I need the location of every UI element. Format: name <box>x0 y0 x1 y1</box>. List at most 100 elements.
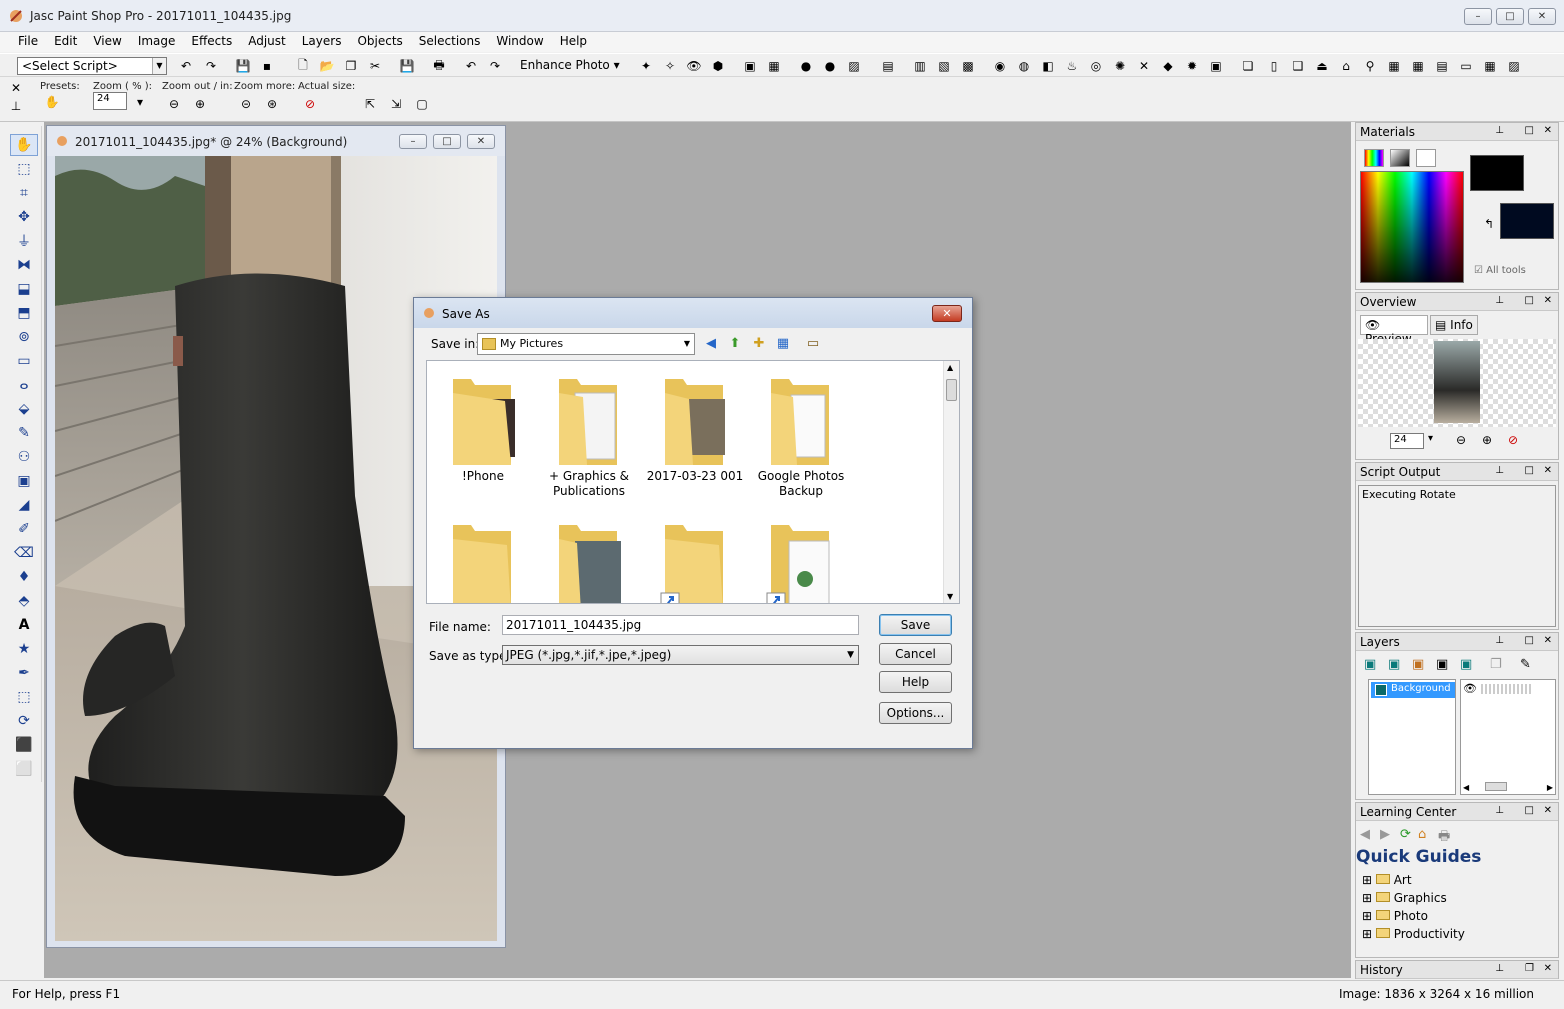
rectangle-select-tool-icon[interactable]: ▭ <box>10 350 38 372</box>
print-icon[interactable]: 🖶 <box>1438 827 1450 849</box>
effect-1-icon[interactable]: ▤ <box>880 58 896 74</box>
window-1-icon[interactable]: ❏ <box>1240 58 1256 74</box>
scratch-remover-tool-icon[interactable]: ▣ <box>10 470 38 492</box>
effect-14-icon[interactable]: ▣ <box>1208 58 1224 74</box>
zoom-out-icon[interactable]: ⊖ <box>1456 433 1466 447</box>
menu-selections[interactable]: Selections <box>411 32 489 52</box>
save-button[interactable]: Save <box>879 614 952 636</box>
layer-properties-icon[interactable]: ✎ <box>1520 657 1531 672</box>
forward-icon[interactable]: ▶ <box>1380 827 1390 842</box>
effect-9-icon[interactable]: ◎ <box>1088 58 1104 74</box>
folder-item[interactable] <box>645 511 745 603</box>
effect-6-icon[interactable]: ◍ <box>1016 58 1032 74</box>
effect-13-icon[interactable]: ✹ <box>1184 58 1200 74</box>
gradient-tab-icon[interactable] <box>1390 149 1410 167</box>
image-minimize-button[interactable]: – <box>399 134 427 149</box>
folder-item[interactable]: Google Photos Backup <box>751 365 851 505</box>
close-options-icon[interactable]: ✕ <box>8 80 24 96</box>
scan-icon[interactable]: ✂ <box>367 58 383 74</box>
landscape-icon[interactable]: ▦ <box>766 58 782 74</box>
pin-icon[interactable]: ⊥ <box>1495 125 1504 136</box>
zoom-more-in-icon[interactable]: ⊛ <box>264 96 280 112</box>
effect-5-icon[interactable]: ◉ <box>992 58 1008 74</box>
swap-colors-icon[interactable]: ↰ <box>1484 217 1494 231</box>
text-tool-icon[interactable]: A <box>10 614 38 636</box>
print-icon[interactable]: 🖶 <box>431 58 447 74</box>
menu-image[interactable]: Image <box>130 32 184 52</box>
person-orange-icon[interactable]: ● <box>822 58 838 74</box>
minimize-button[interactable]: – <box>1464 8 1492 25</box>
fit-image-icon[interactable]: ⇲ <box>388 96 404 112</box>
folder-item[interactable] <box>433 511 533 603</box>
script-select[interactable]: <Select Script> ▼ <box>17 57 167 75</box>
window-4-icon[interactable]: ⏏ <box>1314 58 1330 74</box>
maximize-icon[interactable]: □ <box>1525 465 1534 476</box>
window-3-icon[interactable]: ❑ <box>1290 58 1306 74</box>
back-icon[interactable]: ◀ <box>1360 827 1370 842</box>
zoom-in-icon[interactable]: ⊕ <box>192 96 208 112</box>
dialog-close-button[interactable]: ✕ <box>932 305 962 322</box>
file-name-input[interactable]: 20171011_104435.jpg <box>502 615 859 635</box>
menu-layers[interactable]: Layers <box>294 32 350 52</box>
full-screen-icon[interactable]: ▢ <box>414 96 430 112</box>
color-tab-icon[interactable] <box>1364 149 1384 167</box>
deform-tool-icon[interactable]: ⬓ <box>10 278 38 300</box>
clarify-icon[interactable]: ⬢ <box>710 58 726 74</box>
new-adjustment-layer-icon[interactable]: ▣ <box>1460 657 1472 672</box>
tab-info[interactable]: ▤ Info <box>1430 315 1478 335</box>
close-icon[interactable]: ✕ <box>1544 295 1552 306</box>
options-button[interactable]: Options... <box>879 702 952 724</box>
window-9-icon[interactable]: ▦ <box>1482 58 1498 74</box>
image-maximize-button[interactable]: □ <box>433 134 461 149</box>
undo-icon[interactable]: ↶ <box>463 58 479 74</box>
folder-item[interactable]: !Phone <box>433 365 533 505</box>
picture-frame-icon[interactable]: ▨ <box>846 58 862 74</box>
restore-icon[interactable]: ❐ <box>1525 963 1534 974</box>
enhance-photo-menu[interactable]: Enhance Photo ▾ <box>520 58 620 72</box>
pan-preset-icon[interactable]: ✋ <box>44 94 60 110</box>
picture-tube-tool-icon[interactable]: ♦ <box>10 566 38 588</box>
window-6-icon[interactable]: ▦ <box>1386 58 1402 74</box>
up-folder-icon[interactable]: ⬆ <box>726 334 744 352</box>
effect-3-icon[interactable]: ▧ <box>936 58 952 74</box>
close-icon[interactable]: ✕ <box>1544 963 1552 974</box>
zoom-in-icon[interactable]: ⊕ <box>1482 433 1492 447</box>
folder-item[interactable]: + Graphics & Publications <box>539 365 639 505</box>
menu-effects[interactable]: Effects <box>183 32 240 52</box>
preset-shape-tool-icon[interactable]: ★ <box>10 638 38 660</box>
color-replacer-tool-icon[interactable]: ✐ <box>10 518 38 540</box>
menu-file[interactable]: File <box>10 32 46 52</box>
visibility-eye-icon[interactable]: 👁 <box>1463 682 1477 695</box>
menu-window[interactable]: Window <box>488 32 551 52</box>
background-eraser-tool-icon[interactable]: ⬛ <box>10 734 38 756</box>
pin-icon[interactable]: ⊥ <box>8 98 24 114</box>
browse-icon[interactable]: ❐ <box>343 58 359 74</box>
new-folder-icon[interactable]: ✚ <box>750 334 768 352</box>
effect-4-icon[interactable]: ▩ <box>960 58 976 74</box>
pin-icon[interactable]: ⊥ <box>1495 465 1504 476</box>
browse-folder-icon[interactable]: ▭ <box>804 334 822 352</box>
new-file-icon[interactable]: 🗋 <box>295 58 311 74</box>
opacity-slider[interactable] <box>1481 684 1531 694</box>
tree-item-art[interactable]: ⊞ Art <box>1362 871 1465 889</box>
window-2-icon[interactable]: ▯ <box>1266 58 1282 74</box>
rotate-tool-icon[interactable]: ⟳ <box>10 710 38 732</box>
close-icon[interactable]: ✕ <box>1544 465 1552 476</box>
effect-11-icon[interactable]: ✕ <box>1136 58 1152 74</box>
tab-preview[interactable]: 👁 Preview <box>1360 315 1428 346</box>
dropper-tool-icon[interactable]: ⬙ <box>10 398 38 420</box>
new-vector-layer-icon[interactable]: ▣ <box>1388 657 1400 672</box>
portrait-icon[interactable]: ▣ <box>742 58 758 74</box>
dodge-tool-icon[interactable]: ◢ <box>10 494 38 516</box>
close-icon[interactable]: ✕ <box>1544 805 1552 816</box>
zoom-more-out-icon[interactable]: ⊝ <box>238 96 254 112</box>
effect-8-icon[interactable]: ♨ <box>1064 58 1080 74</box>
zoom-dropdown-icon[interactable]: ▾ <box>132 94 148 110</box>
perspective-tool-icon[interactable]: ⧓ <box>10 254 38 276</box>
maximize-icon[interactable]: □ <box>1525 635 1534 646</box>
art-media-tool-icon[interactable]: ⬜ <box>10 758 38 780</box>
straighten-tool-icon[interactable]: ⏚ <box>10 230 38 252</box>
layer-row-background[interactable]: Background <box>1371 682 1455 698</box>
one-step-fix-icon[interactable]: ✦ <box>638 58 654 74</box>
file-list-scrollbar[interactable]: ▲ ▼ <box>943 361 959 603</box>
